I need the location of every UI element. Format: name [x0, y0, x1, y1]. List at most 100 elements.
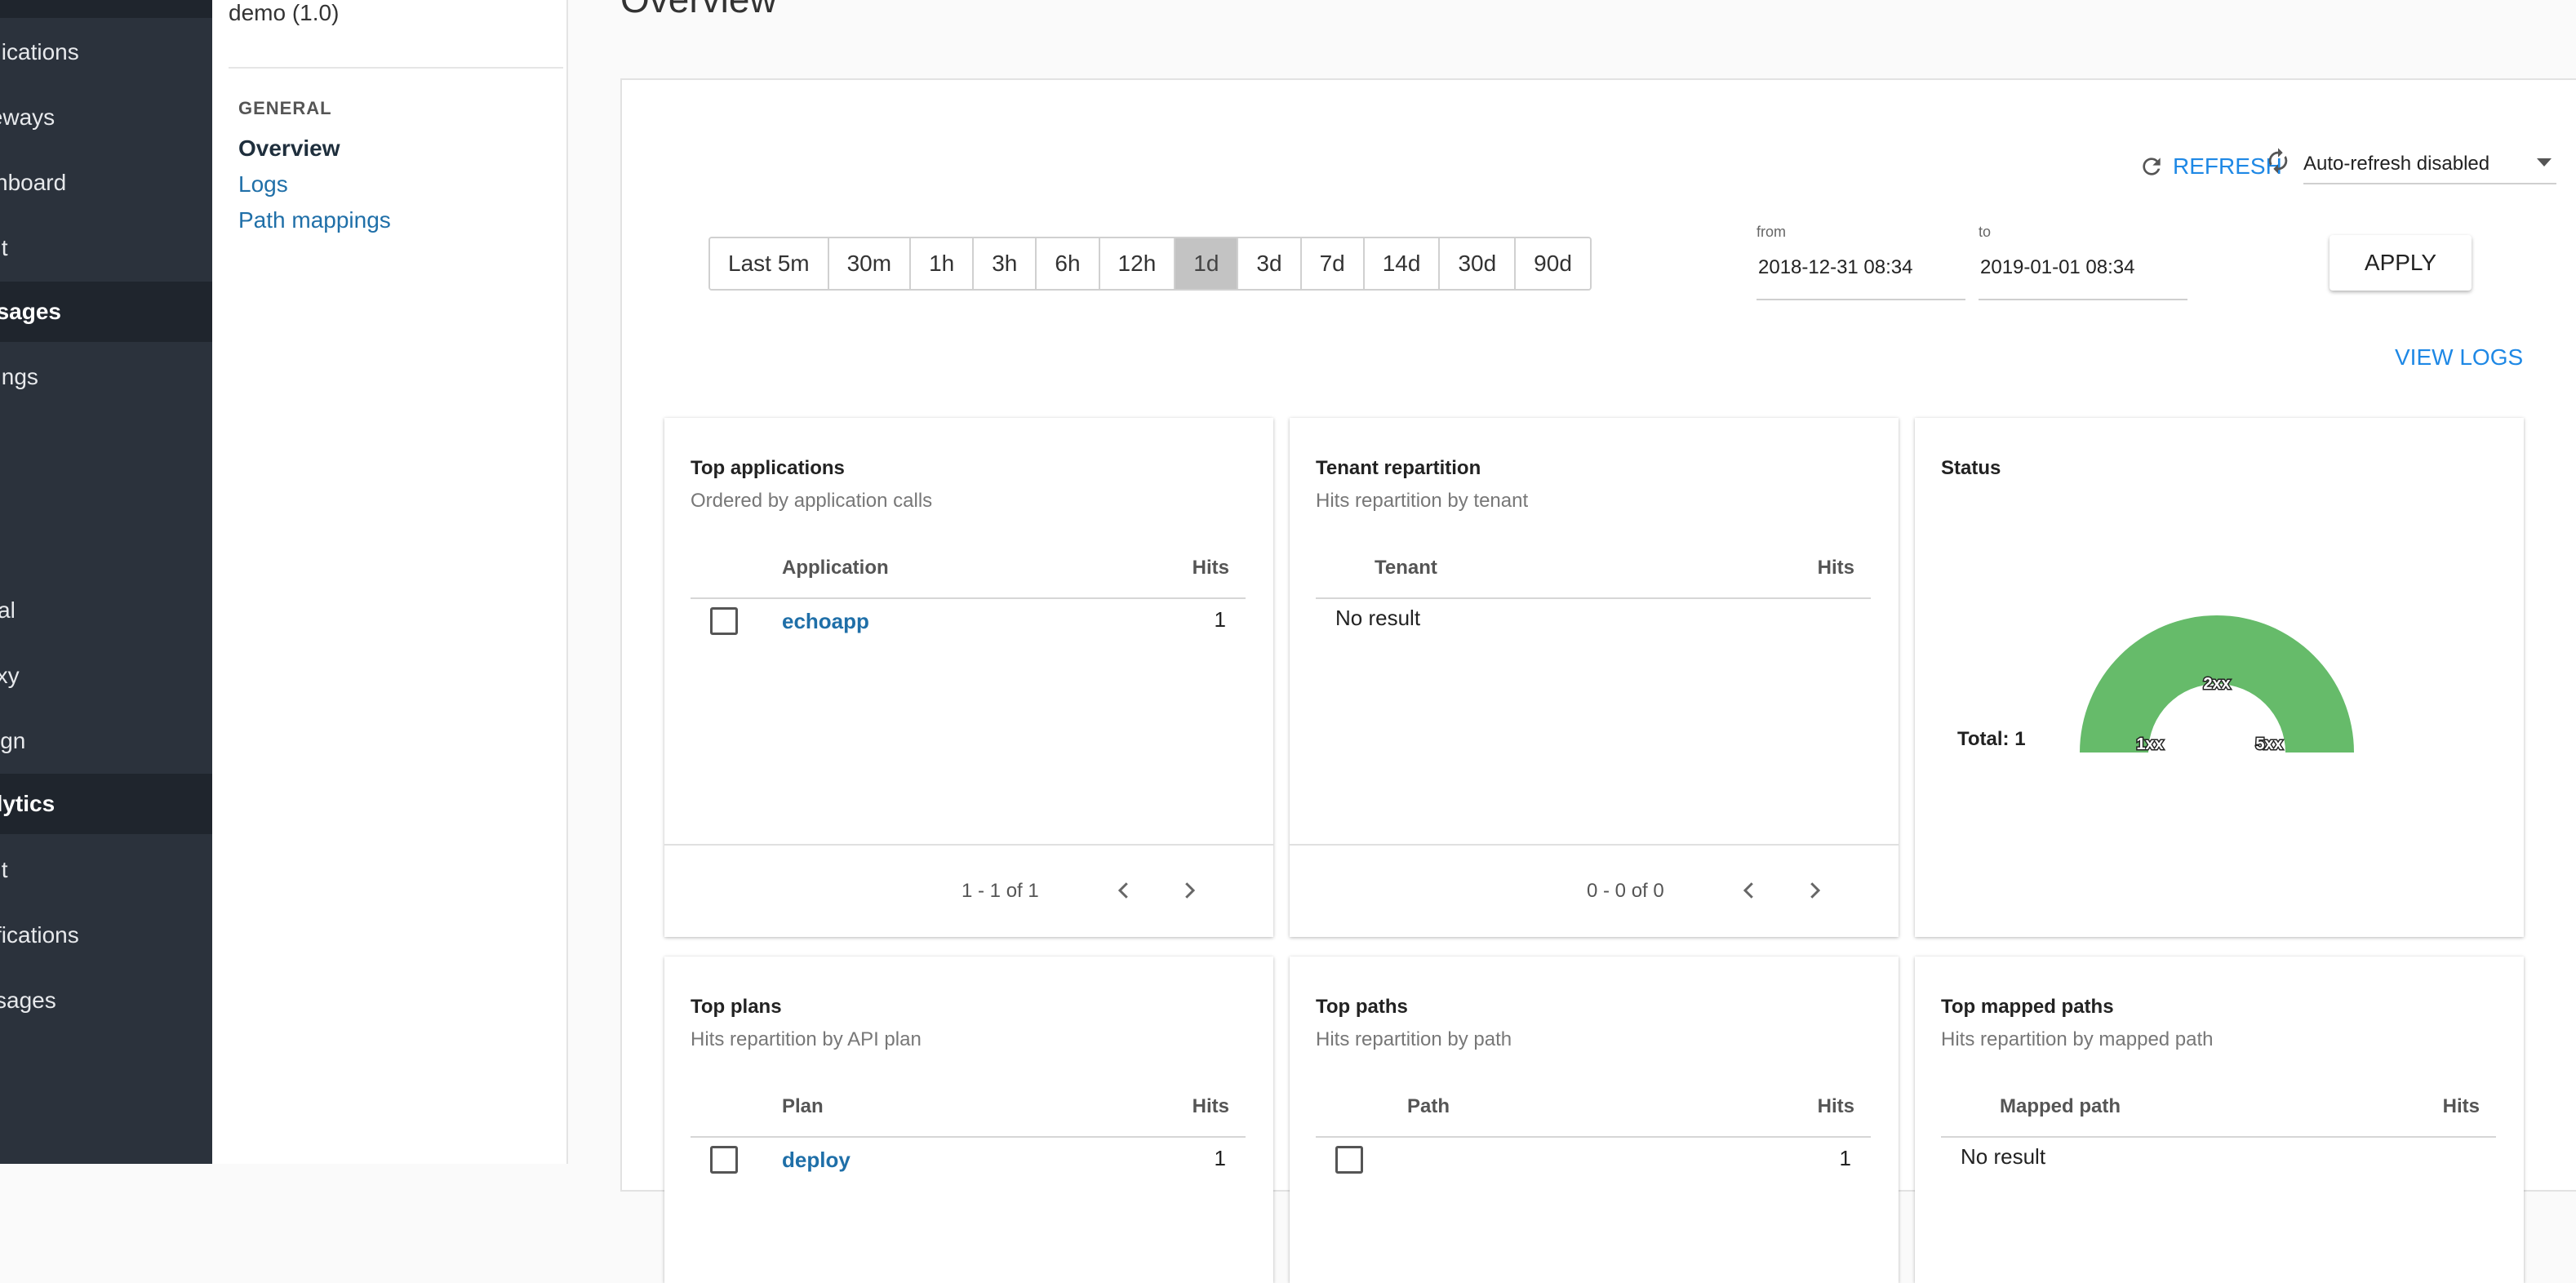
pagination: 0 - 0 of 0	[1290, 844, 1899, 937]
widget-title: Status	[1941, 457, 2001, 479]
widget-subtitle: Ordered by application calls	[691, 490, 933, 512]
status-total: Total: 1	[1957, 728, 2026, 750]
hits-value: 1	[1839, 1146, 1851, 1170]
sidebar-topbar	[0, 0, 212, 18]
page-title: Overview	[620, 0, 777, 21]
range-button-last-5m[interactable]: Last 5m	[710, 238, 829, 289]
range-button-3d[interactable]: 3d	[1238, 238, 1302, 289]
gauge-label-1xx: 1xx	[2136, 735, 2163, 753]
widget-status: Status Total: 1 2xx 1xx 5xx	[1915, 418, 2524, 937]
column-path: Path	[1407, 1095, 1450, 1117]
sidebar-item[interactable]: tifications	[0, 911, 212, 960]
widget-tenant-repartition: Tenant repartition Hits repartition by t…	[1290, 418, 1899, 937]
sidebar-item[interactable]: sign	[0, 717, 212, 766]
gauge-label-2xx: 2xx	[2203, 675, 2230, 693]
range-button-6h[interactable]: 6h	[1037, 238, 1100, 289]
widget-subtitle: Hits repartition by tenant	[1316, 490, 1529, 512]
no-result-text: No result	[1335, 606, 1421, 630]
to-value: 2019-01-01 08:34	[1980, 256, 2135, 278]
table-row: No result	[1941, 1144, 2496, 1185]
widget-title: Top paths	[1316, 996, 1408, 1018]
pagination-range: 1 - 1 of 1	[962, 880, 1039, 902]
column-hits: Hits	[2442, 1095, 2480, 1117]
hits-value: 1	[1214, 1146, 1226, 1170]
chevron-right-icon[interactable]	[1802, 878, 1827, 903]
sidebar-item[interactable]: oxy	[0, 651, 212, 700]
to-label: to	[1979, 224, 1992, 240]
widget-subtitle: Hits repartition by API plan	[691, 1028, 922, 1050]
column-application: Application	[782, 557, 889, 579]
table-header: Path Hits	[1316, 1094, 1871, 1138]
overview-card: REFRESH Auto-refresh disabled Last 5m 30m…	[620, 78, 2576, 1283]
widget-title: Top applications	[691, 457, 845, 479]
sub-nav-overview[interactable]: Overview	[238, 135, 340, 162]
chevron-down-icon	[2537, 158, 2552, 166]
widget-top-applications: Top applications Ordered by application …	[664, 418, 1273, 937]
sidebar-item[interactable]: alytics	[0, 774, 212, 834]
column-tenant: Tenant	[1375, 557, 1437, 579]
chevron-left-icon[interactable]	[1737, 878, 1761, 903]
widget-subtitle: Hits repartition by mapped path	[1941, 1028, 2214, 1050]
section-header-general: GENERAL	[238, 98, 332, 118]
column-plan: Plan	[782, 1095, 824, 1117]
table-row: 1	[1316, 1144, 1871, 1185]
sidebar-item[interactable]: ttings	[0, 353, 212, 402]
auto-refresh-select[interactable]: Auto-refresh disabled	[2268, 145, 2556, 184]
range-button-1d[interactable]: 1d	[1175, 238, 1239, 289]
widget-title: Top mapped paths	[1941, 996, 2114, 1018]
refresh-button[interactable]: REFRESH	[2139, 150, 2282, 183]
from-value: 2018-12-31 08:34	[1758, 256, 1913, 278]
range-button-14d[interactable]: 14d	[1364, 238, 1441, 289]
application-link[interactable]: echoapp	[782, 609, 869, 634]
range-button-7d[interactable]: 7d	[1301, 238, 1365, 289]
widget-title: Tenant repartition	[1316, 457, 1481, 479]
range-button-12h[interactable]: 12h	[1099, 238, 1176, 289]
column-mapped-path: Mapped path	[2000, 1095, 2121, 1117]
from-date-field[interactable]: from 2018-12-31 08:34	[1757, 224, 1965, 300]
widget-top-mapped-paths: Top mapped paths Hits repartition by map…	[1915, 957, 2524, 1283]
pagination-range: 0 - 0 of 0	[1587, 880, 1664, 902]
status-gauge: 2xx 1xx 5xx	[2080, 615, 2354, 755]
chevron-right-icon[interactable]	[1177, 878, 1201, 903]
view-logs-link[interactable]: VIEW LOGS	[2395, 344, 2523, 371]
chevron-left-icon[interactable]	[1112, 878, 1136, 903]
sidebar-item[interactable]: teways	[0, 93, 212, 142]
sidebar-item[interactable]: rtal	[0, 586, 212, 635]
autorenew-icon	[2268, 148, 2288, 174]
sidebar-item[interactable]: plications	[0, 28, 212, 77]
from-label: from	[1757, 224, 1786, 240]
widget-top-paths: Top paths Hits repartition by path Path …	[1290, 957, 1899, 1283]
hits-value: 1	[1214, 607, 1226, 632]
table-row: echoapp 1	[691, 606, 1246, 646]
sidebar-item[interactable]: dit	[0, 224, 212, 273]
sidebar-item[interactable]: shboard	[0, 158, 212, 207]
range-button-1h[interactable]: 1h	[911, 238, 975, 289]
main-sidebar: plications teways shboard dit ssages ttings rt…	[0, 0, 212, 1164]
sidebar-item[interactable]: ssages	[0, 282, 212, 342]
time-range-group: Last 5m 30m 1h 3h 6h 12h 1d 3d 7d 14d 30d 90d	[708, 237, 1592, 291]
row-checkbox[interactable]	[1335, 1146, 1363, 1174]
range-button-90d[interactable]: 90d	[1516, 238, 1590, 289]
apply-button[interactable]: APPLY	[2330, 235, 2472, 291]
column-hits: Hits	[1192, 557, 1229, 579]
sidebar-item[interactable]: dit	[0, 846, 212, 895]
column-hits: Hits	[1817, 557, 1854, 579]
sidebar-item[interactable]: ssages	[0, 976, 212, 1025]
range-button-30d[interactable]: 30d	[1440, 238, 1517, 289]
auto-refresh-value: Auto-refresh disabled	[2303, 153, 2490, 175]
range-button-30m[interactable]: 30m	[828, 238, 912, 289]
column-hits: Hits	[1192, 1095, 1229, 1117]
sub-nav-path-mappings[interactable]: Path mappings	[238, 207, 391, 233]
sub-nav-logs[interactable]: Logs	[238, 171, 288, 198]
divider	[229, 67, 563, 69]
row-checkbox[interactable]	[710, 607, 738, 635]
table-row: No result	[1316, 606, 1871, 646]
row-checkbox[interactable]	[710, 1146, 738, 1174]
to-date-field[interactable]: to 2019-01-01 08:34	[1979, 224, 2187, 300]
main-content: Overview REFRESH Auto-refresh disabled L…	[566, 0, 2576, 1283]
refresh-icon	[2143, 158, 2161, 175]
plan-link[interactable]: deploy	[782, 1148, 851, 1173]
column-hits: Hits	[1817, 1095, 1854, 1117]
range-button-3h[interactable]: 3h	[974, 238, 1037, 289]
table-header: Application Hits	[691, 555, 1246, 599]
